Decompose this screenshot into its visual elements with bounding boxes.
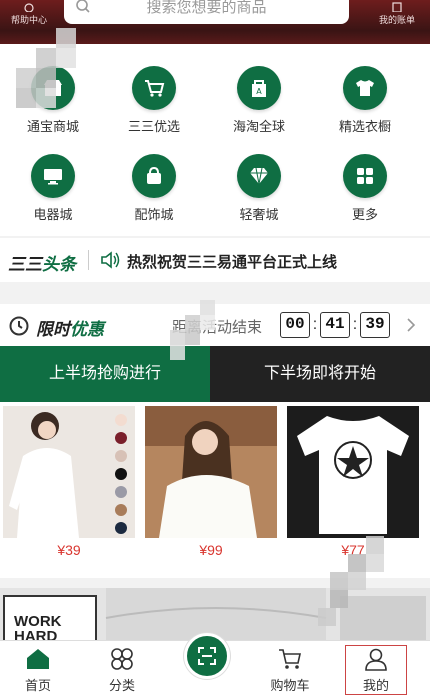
clock-icon [9,316,29,336]
category-light-luxury[interactable]: 轻奢城 [214,150,304,223]
flash-title-prefix: 限时 [36,320,70,339]
scan-button[interactable] [184,633,230,679]
headline-text: 热烈祝贺三三易通平台正式上线 [127,254,338,271]
search-bar[interactable]: 搜索您想要的商品 [64,0,349,24]
cart-icon [279,649,301,669]
category-label: 海淘全球 [232,119,285,134]
countdown-timer: 00 : 41 : 39 [280,312,390,338]
category-wardrobe[interactable]: 精选衣橱 [320,62,410,135]
shirt-icon [339,62,391,114]
nav-cart-label: 购物车 [270,678,310,693]
nav-category-label: 分类 [108,678,135,693]
cart-icon [128,62,180,114]
countdown-hours: 00 [280,312,310,338]
category-electronics[interactable]: 电器城 [8,150,98,223]
product-price: ¥99 [199,542,223,558]
headline-bar[interactable]: 三三头条 热烈祝贺三三易通平台正式上线 [0,238,430,282]
category-sansan-select[interactable]: 三三优选 [109,62,199,135]
help-center-button[interactable]: 帮助中心 [6,2,52,26]
divider [88,250,89,270]
my-bills-button[interactable]: 我的账单 [372,2,422,26]
bag-icon [128,150,180,202]
scan-icon [198,647,216,665]
banner-text: WORK HARD [14,613,62,640]
chevron-right-icon[interactable] [406,317,416,333]
my-bills-label: 我的账单 [378,15,415,25]
nav-home-label: 首页 [24,678,51,693]
category-label: 三三优选 [127,119,180,134]
colon: : [312,316,318,333]
diamond-icon [233,150,285,202]
product-image [287,406,419,538]
product-card[interactable]: ¥39 [3,406,135,558]
flash-sale-title: 限时优惠 [36,315,104,340]
colon: : [352,316,358,333]
category-accessories[interactable]: 配饰城 [109,150,199,223]
headline-brand-suffix: 头条 [42,255,76,274]
product-image [145,406,277,538]
highlight-box [345,645,407,695]
home-icon [27,649,49,669]
monitor-icon [27,150,79,202]
headline-brand: 三三头条 [8,250,76,275]
category-label: 更多 [351,207,378,222]
mosaic-overlay [16,28,76,108]
nav-category[interactable]: 分类 [92,647,152,694]
countdown-minutes: 41 [320,312,350,338]
tab-second-half[interactable]: 下半场即将开始 [210,346,430,402]
bill-icon [392,2,402,12]
help-icon [24,3,34,12]
category-global-shopping[interactable]: A 海淘全球 [214,62,304,135]
nav-home[interactable]: 首页 [8,647,68,694]
grid-icon [339,150,391,202]
search-placeholder: 搜索您想要的商品 [146,0,267,16]
help-center-label: 帮助中心 [10,15,47,25]
svg-text:A: A [256,87,262,96]
nav-cart[interactable]: 购物车 [260,647,320,694]
category-label: 精选衣橱 [338,119,391,134]
flash-title-suffix: 优惠 [70,320,104,339]
product-price: ¥39 [57,542,81,558]
product-image [3,406,135,538]
headline-brand-prefix: 三三 [8,255,42,274]
mosaic-overlay [170,300,215,360]
category-icon [111,648,133,670]
category-label: 配饰城 [134,207,174,222]
category-label: 轻奢城 [239,207,279,222]
category-label: 电器城 [33,207,73,222]
mosaic-overlay [318,536,384,626]
countdown-seconds: 39 [360,312,390,338]
global-bag-icon: A [233,62,285,114]
speaker-icon [101,251,120,269]
product-card[interactable]: ¥99 [145,406,277,558]
category-more[interactable]: 更多 [320,150,410,223]
